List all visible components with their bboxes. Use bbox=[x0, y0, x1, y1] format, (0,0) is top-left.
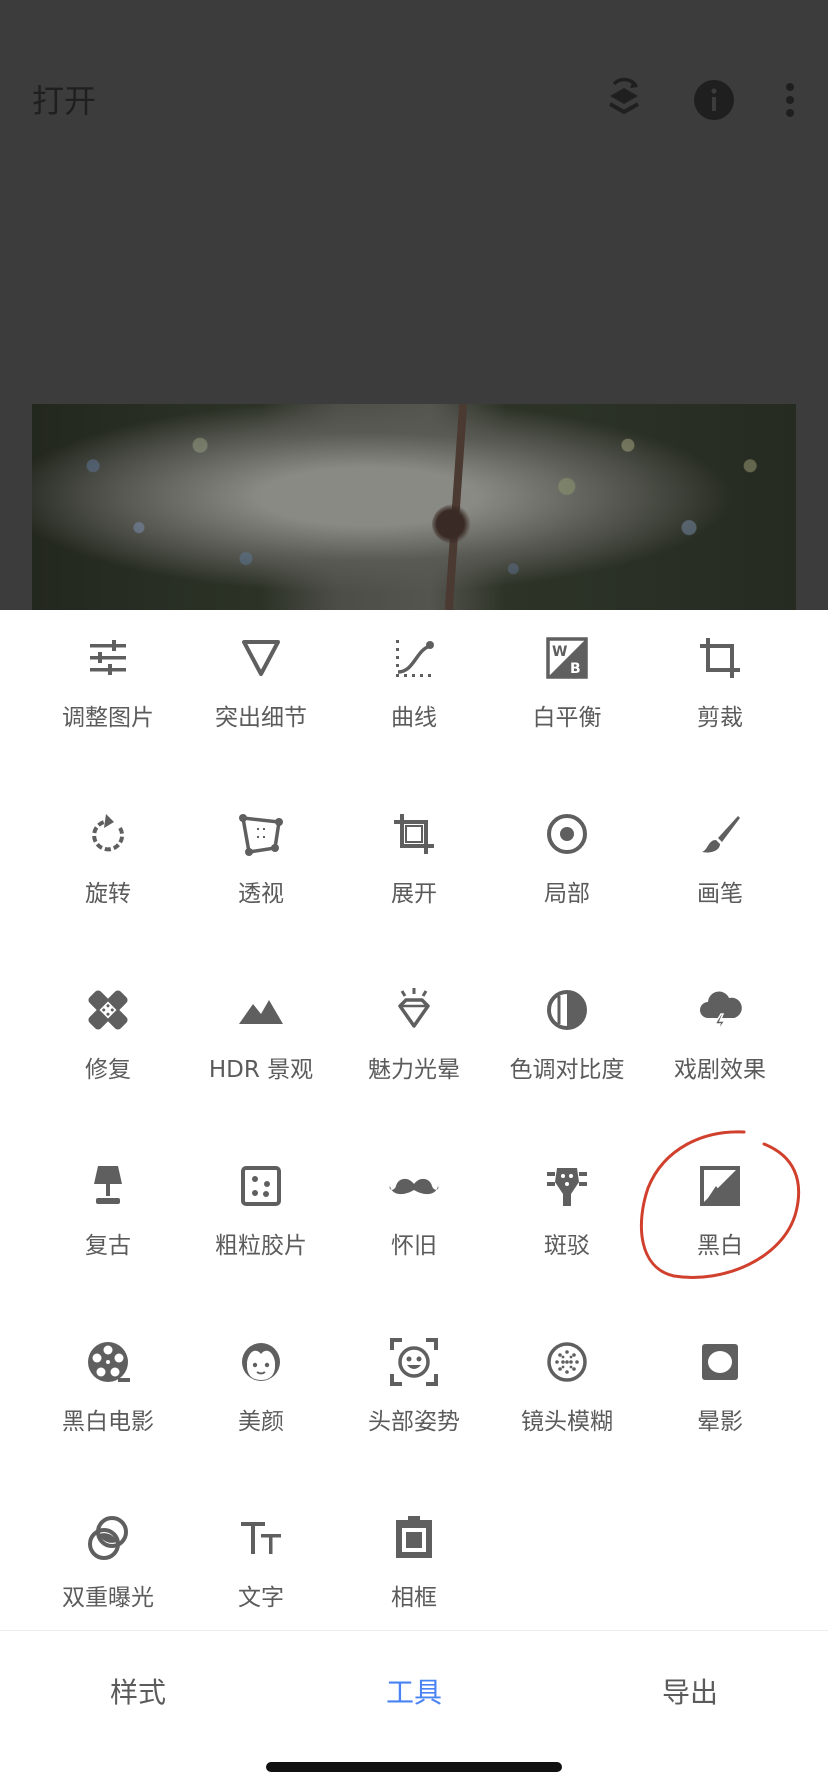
tool-label: 局部 bbox=[544, 881, 590, 907]
storm-cloud-icon bbox=[700, 991, 742, 1033]
tool-rotate[interactable]: 旋转 bbox=[32, 786, 184, 962]
tool-vintage[interactable]: 复古 bbox=[32, 1138, 184, 1314]
bottom-nav: 样式 工具 导出 bbox=[0, 1630, 828, 1759]
layers-undo-icon[interactable] bbox=[598, 74, 650, 126]
svg-text:W: W bbox=[552, 644, 567, 660]
tool-label: 白平衡 bbox=[532, 705, 602, 731]
tools-sheet: 调整图片 突出细节 曲线 W B 白平衡 剪裁 旋转 透视 展开 局部 画笔 修… bbox=[0, 610, 828, 1792]
tool-label: 复古 bbox=[85, 1233, 131, 1259]
tool-lens-blur[interactable]: 镜头模糊 bbox=[491, 1314, 643, 1490]
tool-label: 头部姿势 bbox=[368, 1409, 460, 1435]
rotate-icon bbox=[92, 814, 125, 852]
tool-label: HDR 景观 bbox=[208, 1057, 314, 1083]
expand-icon bbox=[394, 814, 434, 854]
preview-bud bbox=[432, 504, 478, 544]
tool-adjust[interactable]: 调整图片 bbox=[32, 610, 184, 786]
double-exposure-icon bbox=[88, 1516, 128, 1560]
tab-styles[interactable]: 样式 bbox=[110, 1671, 166, 1711]
mustache-icon bbox=[389, 1178, 439, 1195]
lens-blur-icon bbox=[547, 1342, 587, 1382]
face-frame-icon bbox=[390, 1338, 438, 1386]
tool-grunge[interactable]: 斑驳 bbox=[491, 1138, 643, 1314]
selective-target-icon bbox=[547, 814, 587, 854]
curves-icon bbox=[396, 640, 434, 677]
tool-label: 旋转 bbox=[85, 881, 131, 907]
tool-label: 展开 bbox=[391, 881, 437, 907]
tool-portrait[interactable]: 美颜 bbox=[185, 1314, 337, 1490]
tool-label: 黑白 bbox=[697, 1233, 743, 1259]
tool-label: 相框 bbox=[391, 1585, 437, 1611]
tool-label: 粗粒胶片 bbox=[215, 1233, 307, 1259]
more-vert-icon[interactable] bbox=[764, 74, 816, 126]
tool-label: 曲线 bbox=[391, 705, 437, 731]
tool-expand[interactable]: 展开 bbox=[338, 786, 490, 962]
perspective-icon bbox=[239, 814, 283, 856]
tool-label: 晕影 bbox=[697, 1409, 743, 1435]
tab-export[interactable]: 导出 bbox=[662, 1671, 718, 1711]
crop-icon bbox=[700, 638, 740, 678]
info-icon[interactable] bbox=[688, 74, 740, 126]
tool-head-pose[interactable]: 头部姿势 bbox=[338, 1314, 490, 1490]
guitar-head-icon bbox=[547, 1168, 587, 1206]
photo-preview bbox=[32, 404, 796, 610]
tool-label: 色调对比度 bbox=[509, 1057, 625, 1083]
tool-label: 透视 bbox=[238, 881, 284, 907]
tool-label: 黑白电影 bbox=[62, 1409, 154, 1435]
tool-label: 双重曝光 bbox=[62, 1585, 154, 1611]
tool-tonal-contrast[interactable]: 色调对比度 bbox=[491, 962, 643, 1138]
top-icons bbox=[588, 74, 828, 126]
tool-label: 突出细节 bbox=[215, 705, 307, 731]
tool-curves[interactable]: 曲线 bbox=[338, 610, 490, 786]
tool-perspective[interactable]: 透视 bbox=[185, 786, 337, 962]
tool-label: 剪裁 bbox=[697, 705, 743, 731]
tool-label: 修复 bbox=[85, 1057, 131, 1083]
tab-tools[interactable]: 工具 bbox=[386, 1671, 442, 1711]
frame-icon bbox=[396, 1516, 432, 1558]
diamond-glow-icon bbox=[398, 988, 430, 1028]
tool-vignette[interactable]: 晕影 bbox=[644, 1314, 796, 1490]
tool-label: 美颜 bbox=[238, 1409, 284, 1435]
tool-glamour-glow[interactable]: 魅力光晕 bbox=[338, 962, 490, 1138]
tool-hdr[interactable]: HDR 景观 bbox=[185, 962, 337, 1138]
vignette-icon bbox=[702, 1344, 738, 1380]
grain-dice-icon bbox=[241, 1166, 281, 1206]
film-reel-icon bbox=[88, 1342, 130, 1382]
healing-bandage-icon bbox=[88, 990, 128, 1030]
mountains-icon bbox=[239, 1000, 283, 1024]
open-button[interactable]: 打开 bbox=[32, 76, 96, 122]
tool-grainy-film[interactable]: 粗粒胶片 bbox=[185, 1138, 337, 1314]
black-white-icon bbox=[700, 1166, 740, 1206]
home-indicator bbox=[266, 1762, 562, 1772]
tool-label: 戏剧效果 bbox=[674, 1057, 766, 1083]
top-bar: 打开 bbox=[0, 0, 828, 200]
tool-crop[interactable]: 剪裁 bbox=[644, 610, 796, 786]
tool-label: 斑驳 bbox=[544, 1233, 590, 1259]
tool-drama[interactable]: 戏剧效果 bbox=[644, 962, 796, 1138]
tool-noir[interactable]: 黑白电影 bbox=[32, 1314, 184, 1490]
tool-healing[interactable]: 修复 bbox=[32, 962, 184, 1138]
tool-white-balance[interactable]: W B 白平衡 bbox=[491, 610, 643, 786]
tool-details[interactable]: 突出细节 bbox=[185, 610, 337, 786]
face-icon bbox=[242, 1343, 280, 1381]
brush-icon bbox=[702, 816, 740, 853]
tool-label: 怀旧 bbox=[391, 1233, 437, 1259]
tool-label: 画笔 bbox=[697, 881, 743, 907]
tool-label: 镜头模糊 bbox=[521, 1409, 613, 1435]
svg-text:B: B bbox=[570, 661, 581, 677]
tonal-contrast-icon bbox=[547, 990, 587, 1030]
tool-black-white[interactable]: 黑白 bbox=[644, 1138, 796, 1314]
tool-label: 文字 bbox=[238, 1585, 284, 1611]
white-balance-icon: W B bbox=[546, 637, 588, 679]
triangle-down-icon bbox=[242, 640, 280, 676]
tool-retrolux[interactable]: 怀旧 bbox=[338, 1138, 490, 1314]
tool-label: 调整图片 bbox=[62, 705, 154, 731]
tool-brush[interactable]: 画笔 bbox=[644, 786, 796, 962]
tool-label: 魅力光晕 bbox=[368, 1057, 460, 1083]
sliders-icon bbox=[90, 640, 126, 675]
lamp-icon bbox=[94, 1166, 122, 1204]
text-icon bbox=[241, 1522, 281, 1554]
tool-selective[interactable]: 局部 bbox=[491, 786, 643, 962]
